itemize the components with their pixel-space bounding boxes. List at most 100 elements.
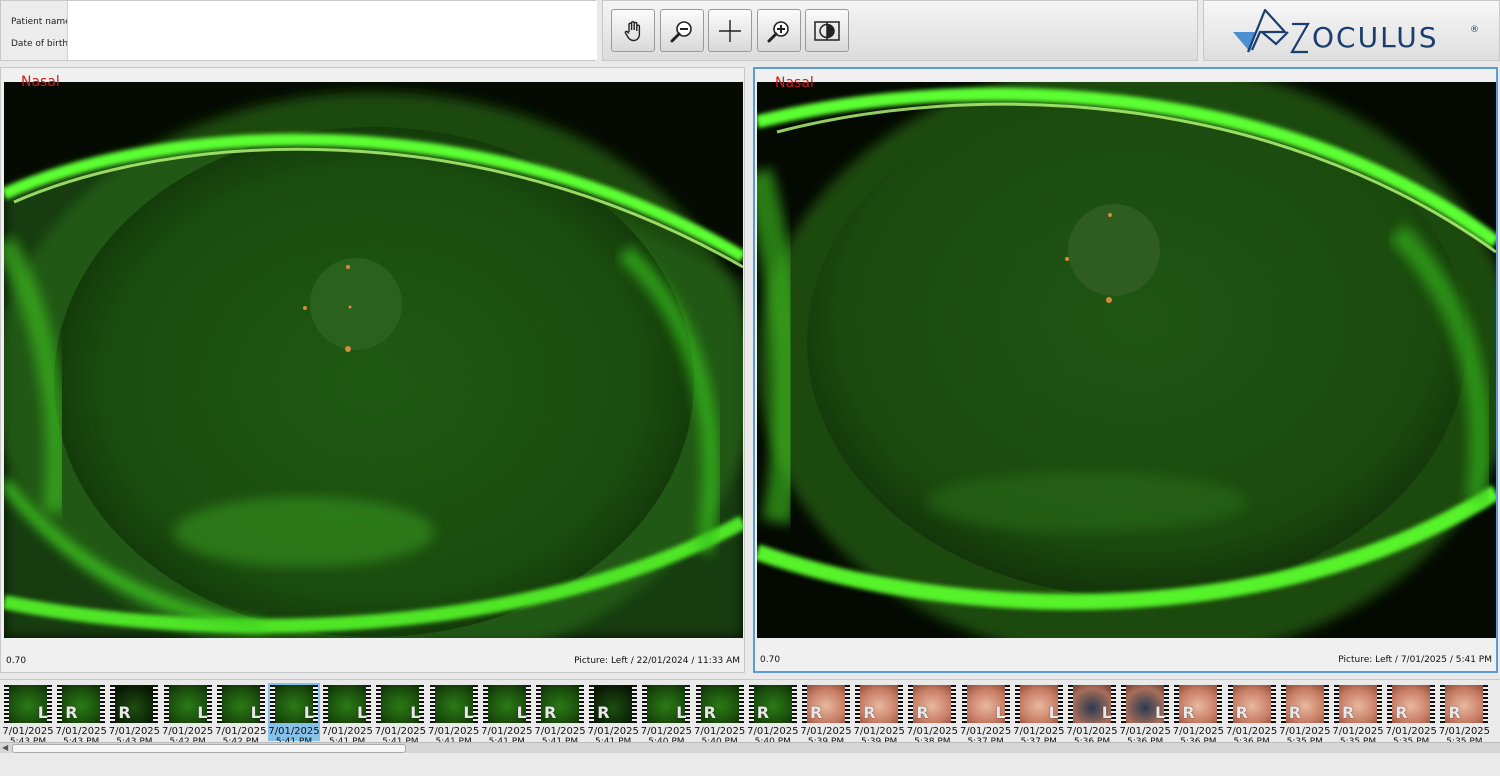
right-image-viewer[interactable]: Nasal 0.70 Picture: Left / 7/01/2025 / 5… <box>753 67 1498 673</box>
eye-side-badge: R <box>597 703 610 722</box>
filmstrip-thumbnail[interactable]: L 7/01/2025 5:40 PM <box>640 683 692 742</box>
filmstrip-thumbnail[interactable]: R 7/01/2025 5:39 PM <box>853 683 905 742</box>
eye-side-badge: L <box>197 703 208 722</box>
film-perforation <box>1270 685 1276 723</box>
eye-side-badge: R <box>544 703 557 722</box>
eye-image[interactable] <box>4 82 743 638</box>
thumbnail-image: L <box>961 685 1010 723</box>
filmstrip-thumbnail[interactable]: L 7/01/2025 5:43 PM <box>2 683 54 742</box>
filmstrip-thumbnail[interactable]: R 7/01/2025 5:35 PM <box>1438 683 1490 742</box>
film-perforation <box>4 685 9 723</box>
film-perforation <box>1377 685 1382 723</box>
fluorescein-eye-photo <box>4 82 743 638</box>
thumbnail-date: 7/01/2025 <box>1119 726 1171 737</box>
filmstrip-thumbnail[interactable]: L 7/01/2025 5:37 PM <box>1013 683 1065 742</box>
film-perforation <box>482 685 488 723</box>
orientation-label: Nasal <box>21 74 60 90</box>
filmstrip-thumbnail[interactable]: R 7/01/2025 5:39 PM <box>800 683 852 742</box>
filmstrip-thumbnail[interactable]: L 7/01/2025 5:41 PM <box>321 683 373 742</box>
filmstrip-thumbnail[interactable]: R 7/01/2025 5:36 PM <box>1226 683 1278 742</box>
thumbnail-image: R <box>1440 685 1489 723</box>
eye-image[interactable] <box>757 82 1496 638</box>
filmstrip-thumbnail[interactable]: L 7/01/2025 5:36 PM <box>1119 683 1171 742</box>
film-perforation <box>951 685 957 723</box>
thumbnail-image: R <box>57 685 106 723</box>
picture-caption: Picture: Left / 7/01/2025 / 5:41 PM <box>1338 655 1492 665</box>
filmstrip-scrollbar[interactable]: ◀ <box>0 742 1500 753</box>
filmstrip-thumbnail[interactable]: L 7/01/2025 5:41 PM <box>428 683 480 742</box>
filmstrip-thumbnail[interactable]: L 7/01/2025 5:37 PM <box>960 683 1012 742</box>
thumbnail-date: 7/01/2025 <box>800 726 852 737</box>
filmstrip-thumbnail[interactable]: R 7/01/2025 5:41 PM <box>534 683 586 742</box>
film-perforation <box>1334 685 1339 723</box>
eye-side-badge: R <box>65 703 78 722</box>
eye-side-badge: L <box>995 703 1006 722</box>
filmstrip-thumbnail[interactable]: R 7/01/2025 5:36 PM <box>1172 683 1224 742</box>
film-perforation <box>100 685 106 723</box>
zoom-out-button[interactable] <box>660 9 704 52</box>
orientation-label: Nasal <box>775 75 814 91</box>
filmstrip-thumbnail[interactable]: R 7/01/2025 5:41 PM <box>587 683 639 742</box>
film-perforation <box>57 685 63 723</box>
film-perforation <box>1121 685 1127 723</box>
thumbnail-date: 7/01/2025 <box>587 726 639 737</box>
thumbnail-date: 7/01/2025 <box>161 726 214 737</box>
thumbnail-image: R <box>802 685 850 723</box>
scroll-left-icon[interactable]: ◀ <box>2 743 8 752</box>
scrollbar-thumb[interactable] <box>12 744 406 753</box>
film-perforation <box>270 685 275 723</box>
filmstrip-thumbnail[interactable]: L 7/01/2025 5:41 PM <box>374 683 426 742</box>
eye-side-badge: R <box>1342 703 1355 722</box>
filmstrip-thumbnail[interactable]: R 7/01/2025 5:38 PM <box>906 683 958 742</box>
crosshair-icon <box>719 19 741 42</box>
filmstrip-thumbnail[interactable]: R 7/01/2025 5:35 PM <box>1332 683 1384 742</box>
film-perforation <box>898 685 904 723</box>
filmstrip-thumbnail[interactable]: R 7/01/2025 5:40 PM <box>747 683 799 742</box>
filmstrip-thumbnail[interactable]: R 7/01/2025 5:35 PM <box>1279 683 1331 742</box>
eye-side-badge: R <box>916 703 929 722</box>
thumbnail-image: L <box>642 685 691 723</box>
film-perforation <box>1068 685 1073 723</box>
eye-side-badge: R <box>756 703 770 722</box>
thumbnail-image: R <box>1174 685 1223 723</box>
pan-button[interactable] <box>611 9 655 52</box>
thumbnail-image: R <box>110 685 159 723</box>
fluorescein-eye-photo <box>757 82 1496 638</box>
film-perforation <box>1217 685 1223 723</box>
filmstrip-thumbnail[interactable]: R 7/01/2025 5:43 PM <box>108 683 161 742</box>
thumbnail-date: 7/01/2025 <box>1332 726 1384 737</box>
eye-side-badge: R <box>703 703 716 722</box>
eye-side-badge: R <box>863 703 876 722</box>
filmstrip-thumbnail[interactable]: R 7/01/2025 5:43 PM <box>55 683 107 742</box>
thumbnail-image: R <box>1280 685 1329 723</box>
filmstrip-thumbnail[interactable]: L 7/01/2025 5:36 PM <box>1066 683 1118 742</box>
film-perforation <box>163 685 169 723</box>
film-perforation <box>579 685 584 723</box>
film-perforation <box>1323 685 1329 723</box>
eye-side-badge: L <box>410 703 421 722</box>
filmstrip-thumbnail[interactable]: R 7/01/2025 5:35 PM <box>1385 683 1437 742</box>
thumbnail-date: 7/01/2025 <box>853 726 905 737</box>
filmstrip-thumbnail[interactable]: L 7/01/2025 5:41 PM <box>481 683 533 742</box>
left-image-viewer[interactable]: Nasal 0.70 Picture: Left / 22/01/2024 / … <box>0 67 745 673</box>
film-perforation <box>908 685 914 723</box>
eye-side-badge: L <box>303 703 314 722</box>
thumbnail-date: 7/01/2025 <box>108 726 161 737</box>
oculus-mark-icon <box>1233 8 1310 54</box>
filmstrip-thumbnail[interactable]: R 7/01/2025 5:40 PM <box>694 683 746 742</box>
film-perforation <box>589 685 595 723</box>
eye-side-badge: R <box>1448 703 1461 722</box>
compare-button[interactable] <box>805 9 849 52</box>
crosshair-button[interactable] <box>708 9 752 52</box>
eye-side-badge: L <box>356 703 368 722</box>
filmstrip-thumbnail[interactable]: L 7/01/2025 5:41 PM <box>268 683 320 742</box>
zoom-out-icon <box>670 20 692 42</box>
filmstrip-thumbnail[interactable]: L 7/01/2025 5:42 PM <box>161 683 214 742</box>
film-perforation <box>738 685 744 723</box>
zoom-in-button[interactable] <box>757 9 801 52</box>
thumbnail-date: 7/01/2025 <box>534 726 586 737</box>
eye-side-badge: L <box>1154 703 1166 722</box>
thumbnail-date: 7/01/2025 <box>1279 726 1331 737</box>
filmstrip-thumbnail[interactable]: L 7/01/2025 5:42 PM <box>215 683 267 742</box>
eye-side-badge: R <box>1182 703 1195 722</box>
